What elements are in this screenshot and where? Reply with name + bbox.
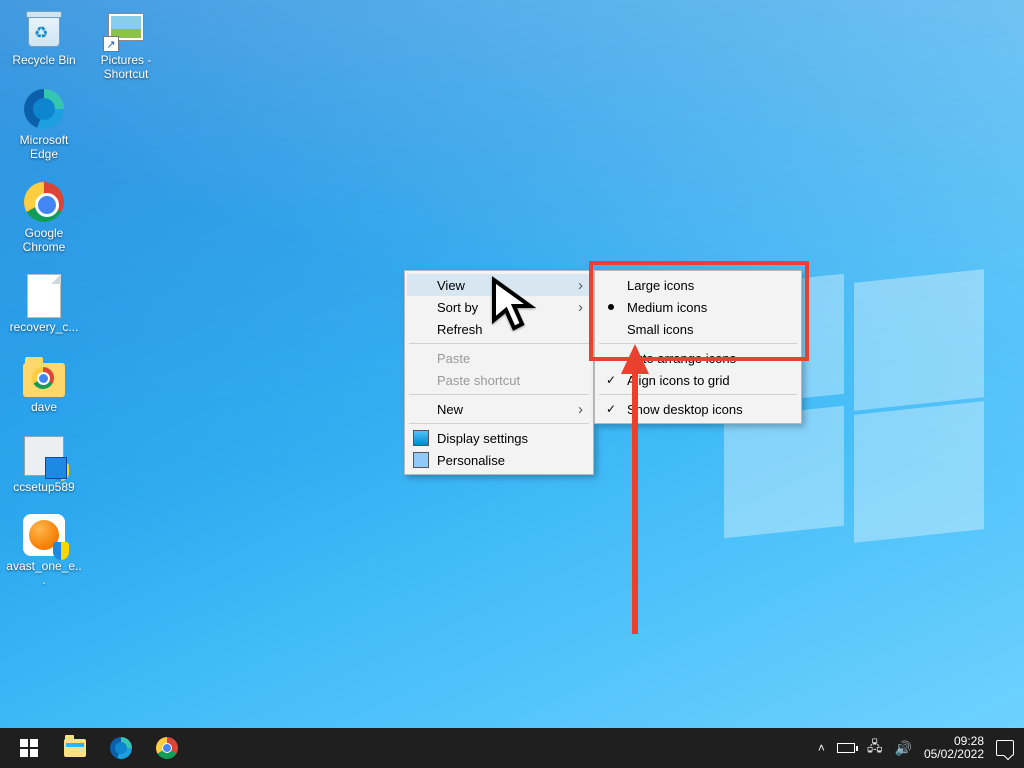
submenu-item-align-to-grid[interactable]: Align icons to grid (597, 369, 799, 391)
menu-item-label: Auto arrange icons (627, 351, 736, 366)
icon-label: recovery_c... (10, 321, 79, 335)
windows-start-icon (20, 739, 38, 757)
menu-item-view[interactable]: View (407, 274, 591, 296)
desktop-icon-avast-one[interactable]: avast_one_e... (6, 512, 82, 588)
clock-date: 05/02/2022 (924, 748, 984, 761)
menu-item-label: Small icons (627, 322, 693, 337)
volume-icon[interactable]: 🔊 (895, 740, 912, 757)
desktop-icons-column-1: ♻ Recycle Bin Microsoft Edge Google Chro… (6, 6, 82, 588)
icon-label: Google Chrome (6, 227, 82, 255)
installer-box-icon (21, 433, 67, 479)
menu-item-new[interactable]: New (407, 398, 591, 420)
personalise-icon (413, 452, 429, 468)
menu-separator (599, 343, 797, 344)
menu-item-label: Sort by (437, 300, 478, 315)
avast-icon (21, 512, 67, 558)
menu-item-paste-shortcut: Paste shortcut (407, 369, 591, 391)
submenu-item-large-icons[interactable]: Large icons (597, 274, 799, 296)
menu-item-label: Show desktop icons (627, 402, 743, 417)
icon-label: dave (31, 401, 57, 415)
menu-item-label: Paste shortcut (437, 373, 520, 388)
tray-overflow-button[interactable]: ˄ (818, 741, 825, 755)
chrome-icon (156, 737, 178, 759)
icon-label: Pictures - Shortcut (88, 54, 164, 82)
menu-item-label: Paste (437, 351, 470, 366)
menu-separator (409, 423, 589, 424)
desktop-icon-recovery-file[interactable]: recovery_c... (6, 273, 82, 335)
desktop-icon-ccsetup589[interactable]: ccsetup589 (6, 433, 82, 495)
menu-separator (599, 394, 797, 395)
display-settings-icon (413, 430, 429, 446)
text-file-icon (21, 273, 67, 319)
chrome-icon (21, 179, 67, 225)
edge-icon (21, 86, 67, 132)
folder-chrome-icon (21, 353, 67, 399)
menu-item-label: Refresh (437, 322, 483, 337)
desktop-icon-microsoft-edge[interactable]: Microsoft Edge (6, 86, 82, 162)
desktop-icons-column-2: ↗ Pictures - Shortcut (88, 6, 164, 82)
menu-item-personalise[interactable]: Personalise (407, 449, 591, 471)
icon-label: ccsetup589 (13, 481, 74, 495)
menu-item-display-settings[interactable]: Display settings (407, 427, 591, 449)
icon-label: Microsoft Edge (6, 134, 82, 162)
network-icon[interactable]: 🖧 (867, 736, 883, 760)
menu-item-label: New (437, 402, 463, 417)
menu-item-label: Medium icons (627, 300, 707, 315)
taskbar-file-explorer[interactable] (52, 728, 98, 768)
edge-icon (110, 737, 132, 759)
battery-icon[interactable] (837, 743, 855, 753)
system-tray: ˄ 🖧 🔊 09:28 05/02/2022 (818, 735, 1018, 761)
submenu-item-auto-arrange[interactable]: Auto arrange icons (597, 347, 799, 369)
menu-item-label: View (437, 278, 465, 293)
menu-item-refresh[interactable]: Refresh (407, 318, 591, 340)
menu-item-paste: Paste (407, 347, 591, 369)
submenu-item-small-icons[interactable]: Small icons (597, 318, 799, 340)
menu-item-label: Large icons (627, 278, 694, 293)
submenu-item-show-desktop-icons[interactable]: Show desktop icons (597, 398, 799, 420)
icon-label: avast_one_e... (6, 560, 82, 588)
start-button[interactable] (6, 728, 52, 768)
menu-item-label: Personalise (437, 453, 505, 468)
menu-separator (409, 343, 589, 344)
desktop-icon-google-chrome[interactable]: Google Chrome (6, 179, 82, 255)
pictures-shortcut-icon: ↗ (103, 6, 149, 52)
menu-separator (409, 394, 589, 395)
submenu-item-medium-icons[interactable]: Medium icons (597, 296, 799, 318)
desktop-icon-dave-folder[interactable]: dave (6, 353, 82, 415)
view-submenu: Large icons Medium icons Small icons Aut… (594, 270, 802, 424)
desktop-icon-recycle-bin[interactable]: ♻ Recycle Bin (6, 6, 82, 68)
icon-label: Recycle Bin (12, 54, 75, 68)
menu-item-sort-by[interactable]: Sort by (407, 296, 591, 318)
taskbar-chrome[interactable] (144, 728, 190, 768)
menu-item-label: Display settings (437, 431, 528, 446)
recycle-bin-icon: ♻ (21, 6, 67, 52)
desktop-icon-pictures-shortcut[interactable]: ↗ Pictures - Shortcut (88, 6, 164, 82)
file-explorer-icon (64, 739, 86, 757)
action-center-button[interactable] (996, 740, 1014, 756)
taskbar-edge[interactable] (98, 728, 144, 768)
desktop-context-menu: View Sort by Refresh Paste Paste shortcu… (404, 270, 594, 475)
taskbar: ˄ 🖧 🔊 09:28 05/02/2022 (0, 728, 1024, 768)
menu-item-label: Align icons to grid (627, 373, 730, 388)
taskbar-clock[interactable]: 09:28 05/02/2022 (924, 735, 984, 761)
